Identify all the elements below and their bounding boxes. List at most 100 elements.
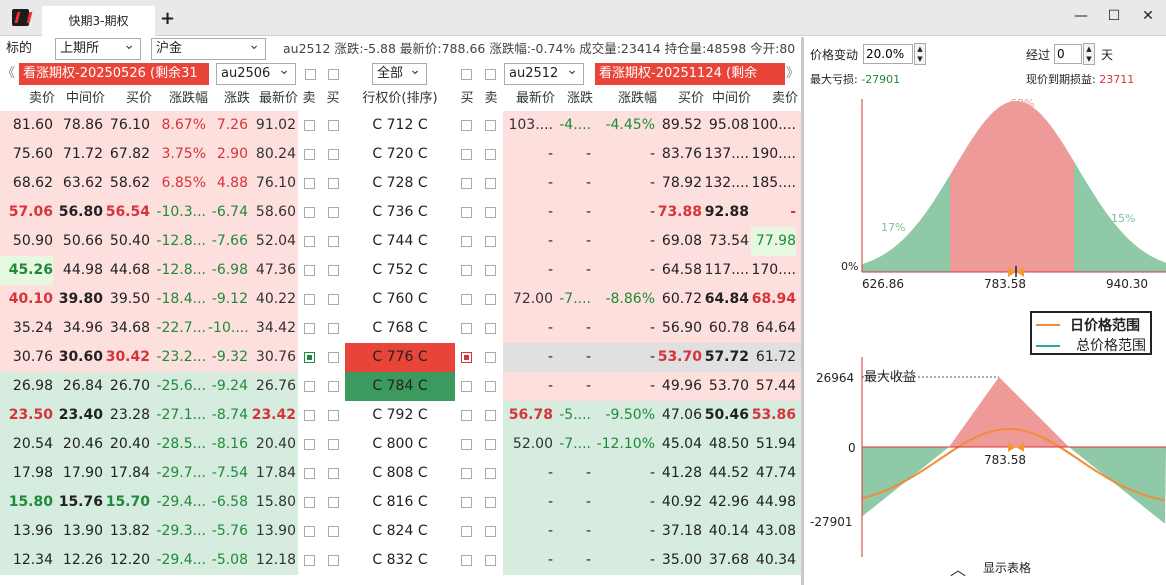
right-chg-pct-cell[interactable]: -9.50% [593,401,655,430]
strike-cell[interactable]: C 760 C [345,285,455,314]
left-chg-pct-cell[interactable]: -28.5... [152,430,206,459]
table-row[interactable]: 68.62 63.62 58.62 6.85% 4.88 76.10- - -78.92 132… [0,169,801,198]
right-last-cell[interactable]: 72.00 [503,285,553,314]
left-chg-cell[interactable]: -9.24 [208,372,248,401]
right-sell-checkbox[interactable] [485,120,496,131]
right-mid-cell[interactable]: 50.46 [704,401,749,430]
right-chg-cell[interactable]: - [555,227,591,256]
right-mid-cell[interactable]: 92.88 [704,198,749,227]
right-mid-cell[interactable]: 40.14 [704,517,749,546]
days-input[interactable] [1054,44,1082,64]
right-chg-pct-cell[interactable]: -4.45% [593,111,655,140]
left-bid-cell[interactable]: 15.70 [105,488,150,517]
left-contract-select[interactable]: au2506 [216,60,296,85]
left-chg-pct-cell[interactable]: -29.4... [152,546,206,575]
nav-right-icon[interactable]: 》 [786,64,799,84]
right-ask-cell[interactable]: 190.... [751,140,796,169]
right-chg-cell[interactable]: - [555,314,591,343]
right-sell-checkbox[interactable] [485,265,496,276]
left-mid-cell[interactable]: 44.98 [55,256,103,285]
right-bid-cell[interactable]: 83.76 [657,140,702,169]
right-buy-checkbox[interactable] [461,236,472,247]
left-ask-cell[interactable]: 15.80 [0,488,53,517]
col-strike[interactable]: 行权价(排序) [345,88,455,110]
left-buy-checkbox[interactable] [328,497,339,508]
product-select[interactable]: 沪金 [151,37,266,60]
close-button[interactable]: ✕ [1138,8,1158,24]
left-ask-cell[interactable]: 40.10 [0,285,53,314]
table-row[interactable]: 35.24 34.96 34.68 -22.7... -10.... 34.42- - -56… [0,314,801,343]
left-chg-cell[interactable]: -10.... [208,314,248,343]
right-sell-checkbox[interactable] [485,149,496,160]
right-ask-cell[interactable]: 64.64 [751,314,796,343]
left-bid-cell[interactable]: 58.62 [105,169,150,198]
left-last-cell[interactable]: 52.04 [250,227,296,256]
right-bid-cell[interactable]: 45.04 [657,430,702,459]
left-last-cell[interactable]: 23.42 [250,401,296,430]
right-chg-pct-cell[interactable]: - [593,459,655,488]
right-chg-cell[interactable]: - [555,198,591,227]
right-chg-pct-cell[interactable]: - [593,198,655,227]
strike-cell[interactable]: C 720 C [345,140,455,169]
left-chg-cell[interactable]: 7.26 [208,111,248,140]
left-buy-checkbox[interactable] [328,236,339,247]
right-mid-cell[interactable]: 64.84 [704,285,749,314]
right-ask-cell[interactable]: 53.86 [751,401,796,430]
right-bid-cell[interactable]: 41.28 [657,459,702,488]
left-chg-cell[interactable]: -6.98 [208,256,248,285]
right-chg-cell[interactable]: - [555,488,591,517]
strike-cell[interactable]: C 728 C [345,169,455,198]
price-change-input[interactable] [863,44,913,64]
right-mid-cell[interactable]: 60.78 [704,314,749,343]
left-mid-cell[interactable]: 34.96 [55,314,103,343]
left-ask-cell[interactable]: 75.60 [0,140,53,169]
right-last-cell[interactable]: - [503,372,553,401]
right-chg-pct-cell[interactable]: - [593,256,655,285]
left-last-cell[interactable]: 13.90 [250,517,296,546]
right-bid-cell[interactable]: 37.18 [657,517,702,546]
right-ask-cell[interactable]: 40.34 [751,546,796,575]
left-bid-cell[interactable]: 50.40 [105,227,150,256]
left-last-cell[interactable]: 12.18 [250,546,296,575]
right-chg-pct-cell[interactable]: -12.10% [593,430,655,459]
strike-cell[interactable]: C 824 C [345,517,455,546]
left-mid-cell[interactable]: 50.66 [55,227,103,256]
left-last-cell[interactable]: 80.24 [250,140,296,169]
right-last-cell[interactable]: - [503,256,553,285]
strike-cell[interactable]: C 712 C [345,111,455,140]
col-right-last[interactable]: 最新价 [503,88,555,110]
right-ask-cell[interactable]: 44.98 [751,488,796,517]
left-bid-cell[interactable]: 17.84 [105,459,150,488]
right-chg-cell[interactable]: - [555,140,591,169]
right-mid-cell[interactable]: 42.96 [704,488,749,517]
tab-options[interactable]: 快期3-期权 [42,6,155,36]
left-chg-pct-cell[interactable]: -25.6... [152,372,206,401]
right-mid-cell[interactable]: 137.... [704,140,749,169]
right-last-cell[interactable]: - [503,169,553,198]
table-row[interactable]: 40.10 39.80 39.50 -18.4... -9.12 40.22 72.00 -7… [0,285,801,314]
col-right-chg-pct[interactable]: 涨跌幅 [593,88,657,110]
strike-cell[interactable]: C 736 C [345,198,455,227]
right-ask-cell[interactable]: 68.94 [751,285,796,314]
table-row[interactable]: 45.26 44.98 44.68 -12.8... -6.98 47.36- - -64.5… [0,256,801,285]
left-bid-cell[interactable]: 76.10 [105,111,150,140]
right-buy-checkbox[interactable] [461,265,472,276]
left-bid-cell[interactable]: 13.82 [105,517,150,546]
left-chg-pct-cell[interactable]: -29.3... [152,517,206,546]
right-chg-cell[interactable]: -7.... [555,285,591,314]
right-last-cell[interactable]: - [503,198,553,227]
table-row[interactable]: 81.60 78.86 76.10 8.67% 7.26 91.02 103.... -4..… [0,111,801,140]
left-mid-cell[interactable]: 20.46 [55,430,103,459]
filter-select[interactable]: 全部 [372,60,427,85]
left-chg-cell[interactable]: 4.88 [208,169,248,198]
right-chg-pct-cell[interactable]: - [593,546,655,575]
left-bid-cell[interactable]: 30.42 [105,343,150,372]
strike-cell[interactable]: C 832 C [345,546,455,575]
right-last-cell[interactable]: 56.78 [503,401,553,430]
chevron-up-icon[interactable]: ︿ [950,556,966,580]
left-buy-all-checkbox[interactable] [328,69,339,80]
right-chg-pct-cell[interactable]: - [593,488,655,517]
left-last-cell[interactable]: 34.42 [250,314,296,343]
left-mid-cell[interactable]: 17.90 [55,459,103,488]
right-chg-cell[interactable]: - [555,372,591,401]
